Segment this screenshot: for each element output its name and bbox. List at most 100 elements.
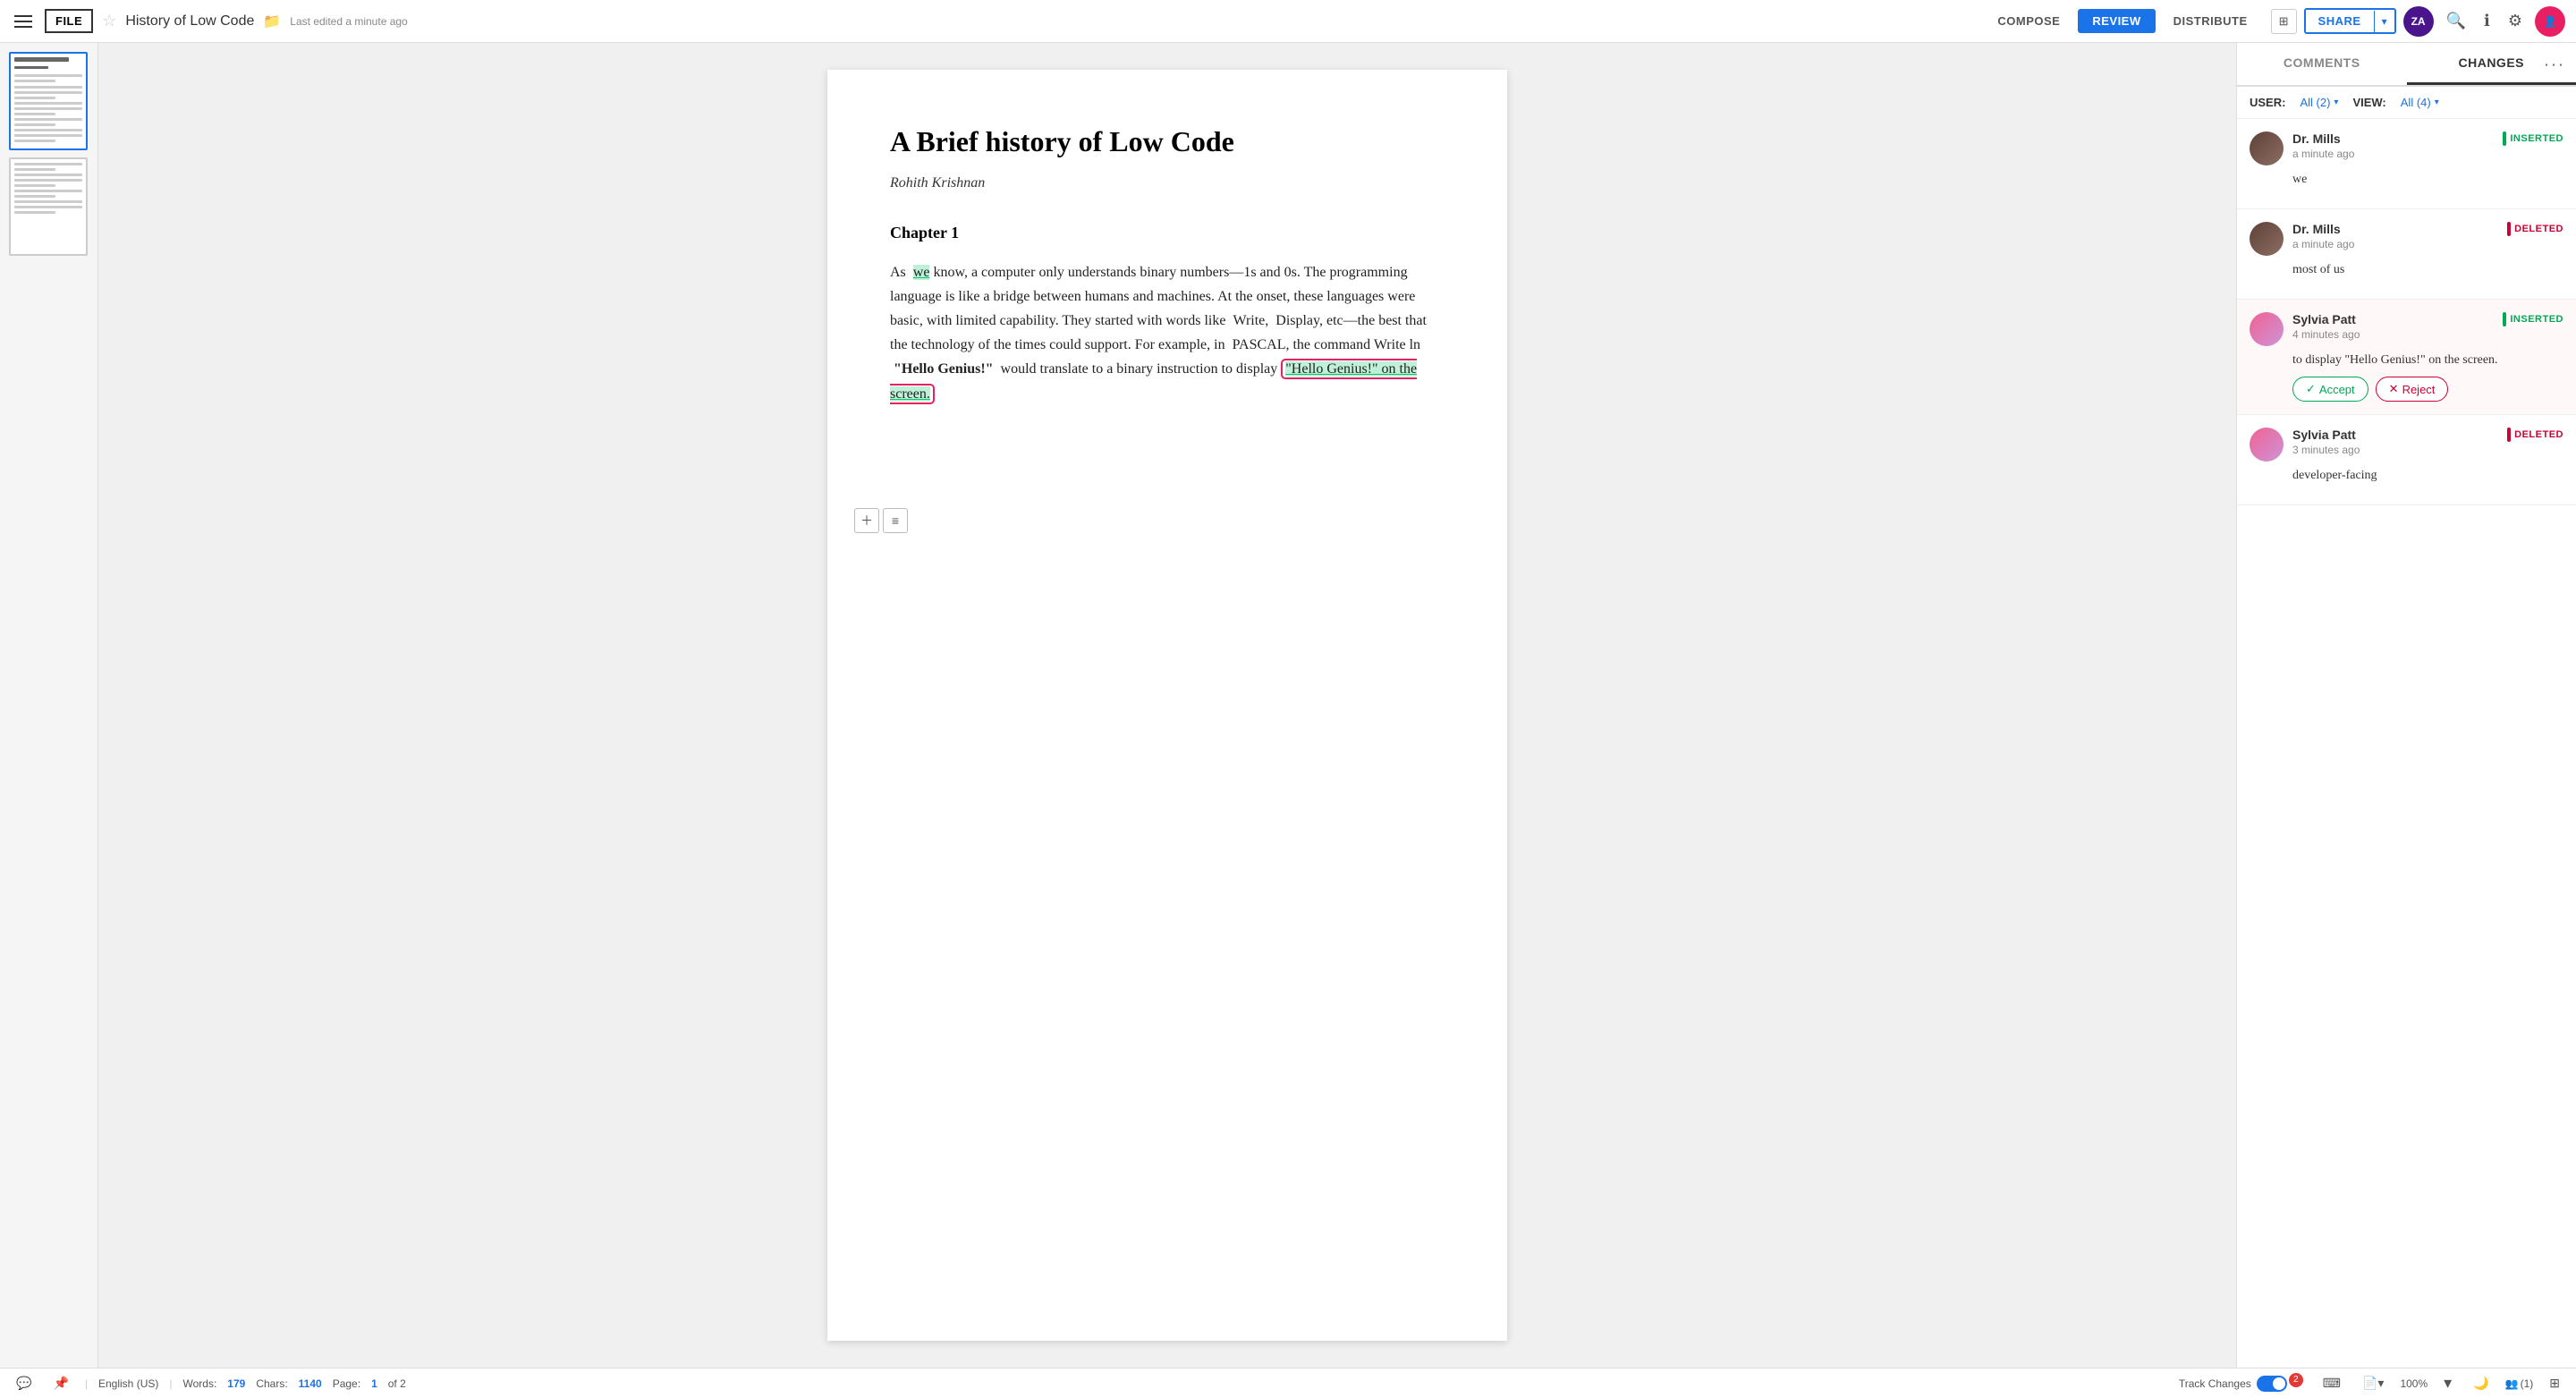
user-filter-dropdown[interactable]: All (2) ▾ xyxy=(2300,96,2338,109)
change-time-2: a minute ago xyxy=(2292,238,2498,250)
info-button[interactable]: ℹ xyxy=(2479,8,2496,34)
document-heading: A Brief history of Low Code xyxy=(890,123,1445,161)
change-meta-4: Sylvia Patt 3 minutes ago xyxy=(2292,428,2498,456)
change-header-2: Dr. Mills a minute ago DELETED xyxy=(2250,222,2563,256)
main-area: ＋ ≡ A Brief history of Low Code Rohith K… xyxy=(0,43,2576,1368)
keyboard-button[interactable]: ⌨ xyxy=(2318,1372,2346,1394)
tab-comments[interactable]: COMMENTS xyxy=(2237,43,2407,85)
change-item-2: Dr. Mills a minute ago DELETED most of u… xyxy=(2237,209,2576,300)
change-avatar-dr-mills-1 xyxy=(2250,131,2284,165)
change-author-3: Sylvia Patt xyxy=(2292,312,2494,326)
chars-count: 1140 xyxy=(299,1377,322,1390)
change-time-4: 3 minutes ago xyxy=(2292,444,2498,456)
view-filter-chevron: ▾ xyxy=(2435,97,2439,107)
words-count: 179 xyxy=(227,1377,245,1390)
view-filter-value: All (4) xyxy=(2401,96,2431,109)
change-badge-2: DELETED xyxy=(2507,222,2563,236)
distribute-button[interactable]: DISTRIBUTE xyxy=(2159,9,2262,33)
user-filter-label: USER: xyxy=(2250,96,2285,109)
track-changes-switch[interactable] xyxy=(2257,1376,2287,1392)
zoom-dropdown-button[interactable]: ▾ xyxy=(2438,1370,2457,1396)
change-author-2: Dr. Mills xyxy=(2292,222,2498,236)
document-page: ＋ ≡ A Brief history of Low Code Rohith K… xyxy=(827,70,1507,1341)
change-meta-2: Dr. Mills a minute ago xyxy=(2292,222,2498,250)
status-sep-2: | xyxy=(169,1377,172,1390)
changes-list: Dr. Mills a minute ago INSERTED we Dr. M… xyxy=(2237,119,2576,1368)
zoom-level: 100% xyxy=(2400,1377,2428,1390)
present-icon: ⊞ xyxy=(2279,14,2289,28)
view-options-button[interactable]: 📄▾ xyxy=(2357,1372,2389,1394)
user-filter-chevron: ▾ xyxy=(2334,97,2338,107)
comment-status-button[interactable]: 💬 xyxy=(11,1372,37,1394)
change-author-4: Sylvia Patt xyxy=(2292,428,2498,442)
change-author-1: Dr. Mills xyxy=(2292,131,2494,146)
right-panel: COMMENTS CHANGES ··· USER: All (2) ▾ VIE… xyxy=(2236,43,2576,1368)
users-icon: 👥 xyxy=(2505,1377,2519,1390)
toolbar-nav: COMPOSE REVIEW DISTRIBUTE xyxy=(1983,9,2261,33)
share-button[interactable]: SHARE xyxy=(2306,10,2374,32)
badge-bar-2 xyxy=(2507,222,2511,236)
change-avatar-sylvia-2 xyxy=(2250,428,2284,462)
search-button[interactable]: 🔍 xyxy=(2441,8,2471,34)
change-badge-1: INSERTED xyxy=(2503,131,2563,146)
collaborators-button[interactable]: 👥 (1) xyxy=(2505,1377,2534,1390)
panel-more-button[interactable]: ··· xyxy=(2544,55,2565,73)
favorite-icon[interactable]: ☆ xyxy=(102,12,116,30)
change-meta-1: Dr. Mills a minute ago xyxy=(2292,131,2494,160)
chars-label: Chars: xyxy=(256,1377,287,1390)
panel-tabs: COMMENTS CHANGES ··· xyxy=(2237,43,2576,87)
page-total: of 2 xyxy=(388,1377,406,1390)
x-icon: ✕ xyxy=(2389,382,2399,396)
view-filter-label: VIEW: xyxy=(2352,96,2385,109)
toolbar: FILE ☆ History of Low Code 📁 Last edited… xyxy=(0,0,2576,43)
change-badge-3: INSERTED xyxy=(2503,312,2563,326)
add-block-button[interactable]: ＋ xyxy=(854,508,879,533)
menu-button[interactable] xyxy=(11,12,36,31)
user-avatar[interactable]: 👤 xyxy=(2535,6,2565,37)
review-button[interactable]: REVIEW xyxy=(2078,9,2155,33)
night-mode-button[interactable]: 🌙 xyxy=(2468,1372,2494,1394)
users-count: (1) xyxy=(2521,1377,2534,1390)
change-content-2: most of us xyxy=(2250,263,2563,277)
file-menu-button[interactable]: FILE xyxy=(45,9,93,33)
toolbar-right: ⊞ SHARE ▾ ZA 🔍 ℹ ⚙ 👤 xyxy=(2271,6,2565,37)
change-meta-3: Sylvia Patt 4 minutes ago xyxy=(2292,312,2494,341)
language-label[interactable]: English (US) xyxy=(98,1377,158,1390)
avatar[interactable]: ZA xyxy=(2403,6,2434,37)
float-toolbar: ＋ ≡ xyxy=(854,508,908,533)
page-thumbnail-2[interactable] xyxy=(9,157,88,256)
checkmark-icon: ✓ xyxy=(2306,382,2316,396)
change-content-4: developer-facing xyxy=(2250,469,2563,483)
share-dropdown-button[interactable]: ▾ xyxy=(2374,11,2394,32)
reject-button-3[interactable]: ✕ Reject xyxy=(2376,377,2449,402)
change-item-1: Dr. Mills a minute ago INSERTED we xyxy=(2237,119,2576,209)
chapter-heading: Chapter 1 xyxy=(890,224,1445,242)
status-bar: 💬 📌 | English (US) | Words: 179 Chars: 1… xyxy=(0,1368,2576,1398)
accept-button-3[interactable]: ✓ Accept xyxy=(2292,377,2368,402)
change-header-3: Sylvia Patt 4 minutes ago INSERTED xyxy=(2250,312,2563,346)
badge-bar-3 xyxy=(2503,312,2506,326)
track-changes-badge: 2 xyxy=(2289,1373,2303,1387)
settings-button[interactable]: ⚙ xyxy=(2503,8,2528,34)
change-time-1: a minute ago xyxy=(2292,148,2494,160)
track-changes-label: Track Changes xyxy=(2179,1377,2251,1390)
words-label: Words: xyxy=(182,1377,216,1390)
change-content-1: we xyxy=(2250,173,2563,187)
status-sep-1: | xyxy=(85,1377,88,1390)
panel-filters: USER: All (2) ▾ VIEW: All (4) ▾ xyxy=(2237,87,2576,119)
page-thumbnail-1[interactable] xyxy=(9,52,88,150)
view-filter-dropdown[interactable]: All (4) ▾ xyxy=(2401,96,2439,109)
page-label: Page: xyxy=(333,1377,360,1390)
change-item-4: Sylvia Patt 3 minutes ago DELETED develo… xyxy=(2237,415,2576,505)
change-content-3: to display "Hello Genius!" on the screen… xyxy=(2250,353,2563,368)
compose-button[interactable]: COMPOSE xyxy=(1983,9,2074,33)
layout-button[interactable]: ⊞ xyxy=(2544,1372,2565,1394)
drag-handle-button[interactable]: ≡ xyxy=(883,508,908,533)
document-body: As we know, a computer only understands … xyxy=(890,260,1445,406)
present-button[interactable]: ⊞ xyxy=(2271,9,2297,34)
pin-status-button[interactable]: 📌 xyxy=(47,1372,73,1394)
change-avatar-dr-mills-2 xyxy=(2250,222,2284,256)
last-edited-text: Last edited a minute ago xyxy=(290,15,407,28)
page-current: 1 xyxy=(371,1377,377,1390)
badge-bar-4 xyxy=(2507,428,2511,442)
